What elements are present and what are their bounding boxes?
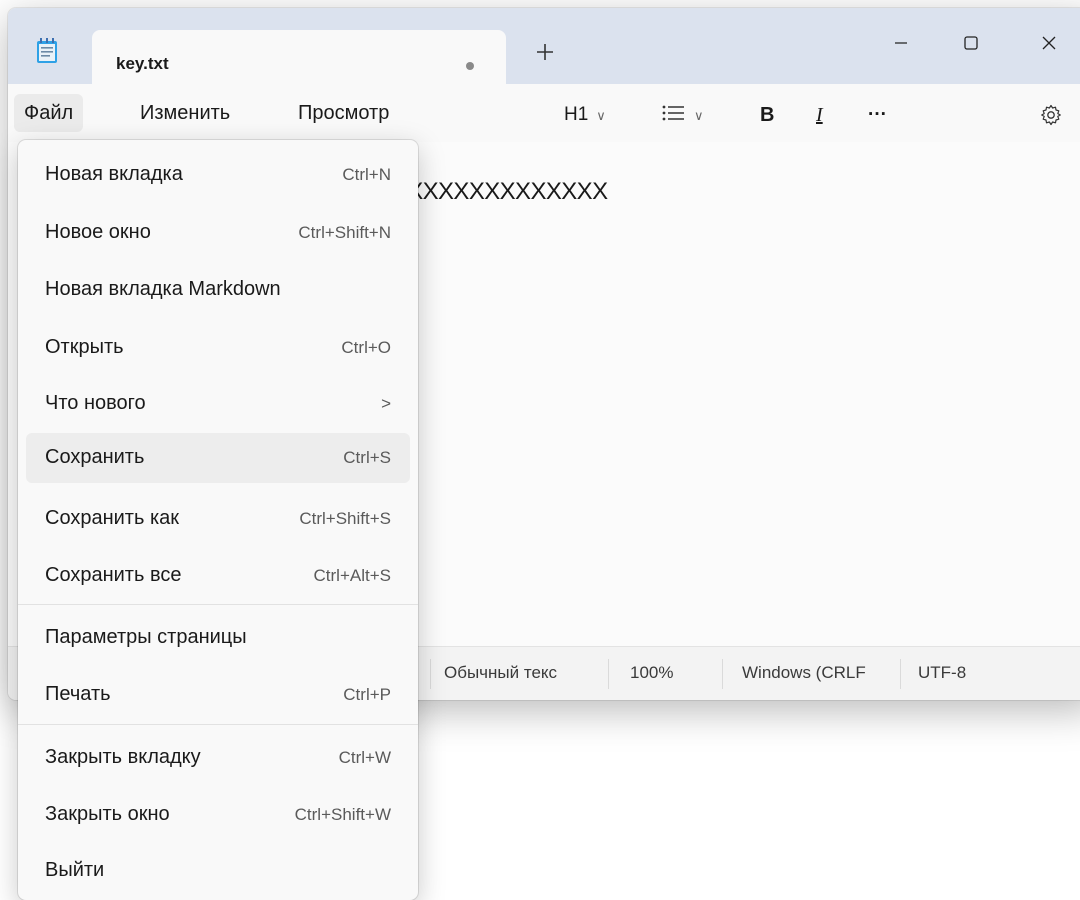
menu-item-print[interactable]: Печать Ctrl+P	[26, 670, 410, 720]
menu-item-shortcut: Ctrl+Shift+W	[294, 805, 391, 824]
menu-item-shortcut: Ctrl+N	[342, 165, 391, 184]
status-divider	[722, 659, 723, 689]
menu-item-new-tab[interactable]: Новая вкладка Ctrl+N	[26, 150, 410, 200]
menu-item-new-markdown-tab[interactable]: Новая вкладка Markdown	[26, 265, 410, 315]
status-divider	[608, 659, 609, 689]
menu-item-new-window[interactable]: Новое окно Ctrl+Shift+N	[26, 208, 410, 258]
menu-item-label: Новая вкладка Markdown	[45, 278, 281, 300]
file-menu-dropdown: Новая вкладка Ctrl+N Новое окно Ctrl+Shi…	[18, 140, 418, 900]
menu-item-close-tab[interactable]: Закрыть вкладку Ctrl+W	[26, 733, 410, 783]
menu-item-shortcut: Ctrl+Alt+S	[313, 566, 391, 585]
heading-dropdown[interactable]: H1 ∨	[564, 104, 606, 126]
menu-item-label: Печать	[45, 683, 111, 705]
unsaved-dot-icon[interactable]	[466, 62, 474, 70]
menu-item-shortcut: Ctrl+S	[343, 448, 391, 467]
menu-item-shortcut: Ctrl+Shift+S	[299, 509, 391, 528]
more-options-button[interactable]: ···	[868, 104, 887, 126]
menu-view[interactable]: Просмотр	[288, 94, 399, 132]
menu-file[interactable]: Файл	[14, 94, 84, 132]
menu-item-save-all[interactable]: Сохранить все Ctrl+Alt+S	[26, 551, 410, 601]
menu-edit[interactable]: Изменить	[130, 94, 240, 132]
menu-item-label: Что нового	[45, 392, 146, 414]
tab-title: key.txt	[116, 54, 169, 73]
chevron-down-icon: ∨	[596, 108, 606, 123]
settings-button[interactable]	[1040, 104, 1062, 132]
plus-icon	[537, 44, 553, 60]
status-divider	[900, 659, 901, 689]
menu-item-label: Сохранить все	[45, 564, 182, 586]
menu-item-label: Закрыть вкладку	[45, 746, 201, 768]
minimize-button[interactable]	[878, 20, 924, 66]
menu-item-open[interactable]: Открыть Ctrl+O	[26, 323, 410, 373]
status-zoom[interactable]: 100%	[630, 663, 673, 683]
menu-item-label: Сохранить как	[45, 507, 180, 529]
menu-item-exit[interactable]: Выйти	[26, 846, 410, 896]
close-icon	[1042, 36, 1056, 50]
menu-item-shortcut: Ctrl+Shift+N	[298, 223, 391, 242]
menu-divider	[18, 604, 418, 605]
chevron-right-icon: >	[381, 394, 391, 413]
menu-item-label: Закрыть окно	[45, 803, 170, 825]
maximize-button[interactable]	[948, 20, 994, 66]
menu-item-label: Открыть	[45, 336, 124, 358]
menu-item-save-as[interactable]: Сохранить как Ctrl+Shift+S	[26, 494, 410, 544]
tab-key-txt[interactable]: key.txt	[92, 30, 506, 86]
menu-item-whats-new[interactable]: Что нового >	[26, 379, 410, 429]
notepad-app-icon	[37, 38, 57, 63]
new-tab-button[interactable]	[532, 42, 558, 68]
title-bar: key.txt	[8, 8, 1080, 86]
menu-item-label: Сохранить	[45, 446, 145, 468]
menu-item-shortcut: Ctrl+P	[343, 685, 391, 704]
chevron-down-icon: ∨	[694, 108, 704, 123]
menu-bar: Файл Изменить Просмотр H1 ∨ ∨ B I ···	[8, 84, 1080, 142]
close-window-button[interactable]	[1026, 20, 1072, 66]
gear-icon	[1041, 104, 1061, 126]
menu-item-label: Новая вкладка	[45, 163, 183, 185]
italic-button[interactable]: I	[816, 104, 823, 127]
menu-item-shortcut: Ctrl+W	[338, 748, 391, 767]
menu-item-label: Выйти	[45, 859, 105, 881]
status-divider	[430, 659, 431, 689]
status-line-ending[interactable]: Windows (CRLF	[742, 663, 866, 683]
menu-item-save[interactable]: Сохранить Ctrl+S	[26, 433, 410, 483]
menu-item-close-window[interactable]: Закрыть окно Ctrl+Shift+W	[26, 790, 410, 840]
menu-item-label: Параметры страницы	[45, 626, 247, 648]
menu-divider	[18, 724, 418, 725]
menu-item-page-setup[interactable]: Параметры страницы	[26, 613, 410, 663]
minimize-icon	[895, 42, 907, 44]
status-format[interactable]: Обычный текс	[444, 663, 557, 683]
menu-item-label: Новое окно	[45, 221, 151, 243]
list-icon	[662, 105, 684, 121]
heading-label: H1	[564, 104, 589, 125]
list-dropdown[interactable]: ∨	[662, 104, 704, 126]
status-encoding[interactable]: UTF-8	[918, 663, 966, 683]
menu-item-shortcut: Ctrl+O	[341, 338, 391, 357]
bold-button[interactable]: B	[760, 104, 774, 127]
maximize-icon	[964, 36, 978, 50]
